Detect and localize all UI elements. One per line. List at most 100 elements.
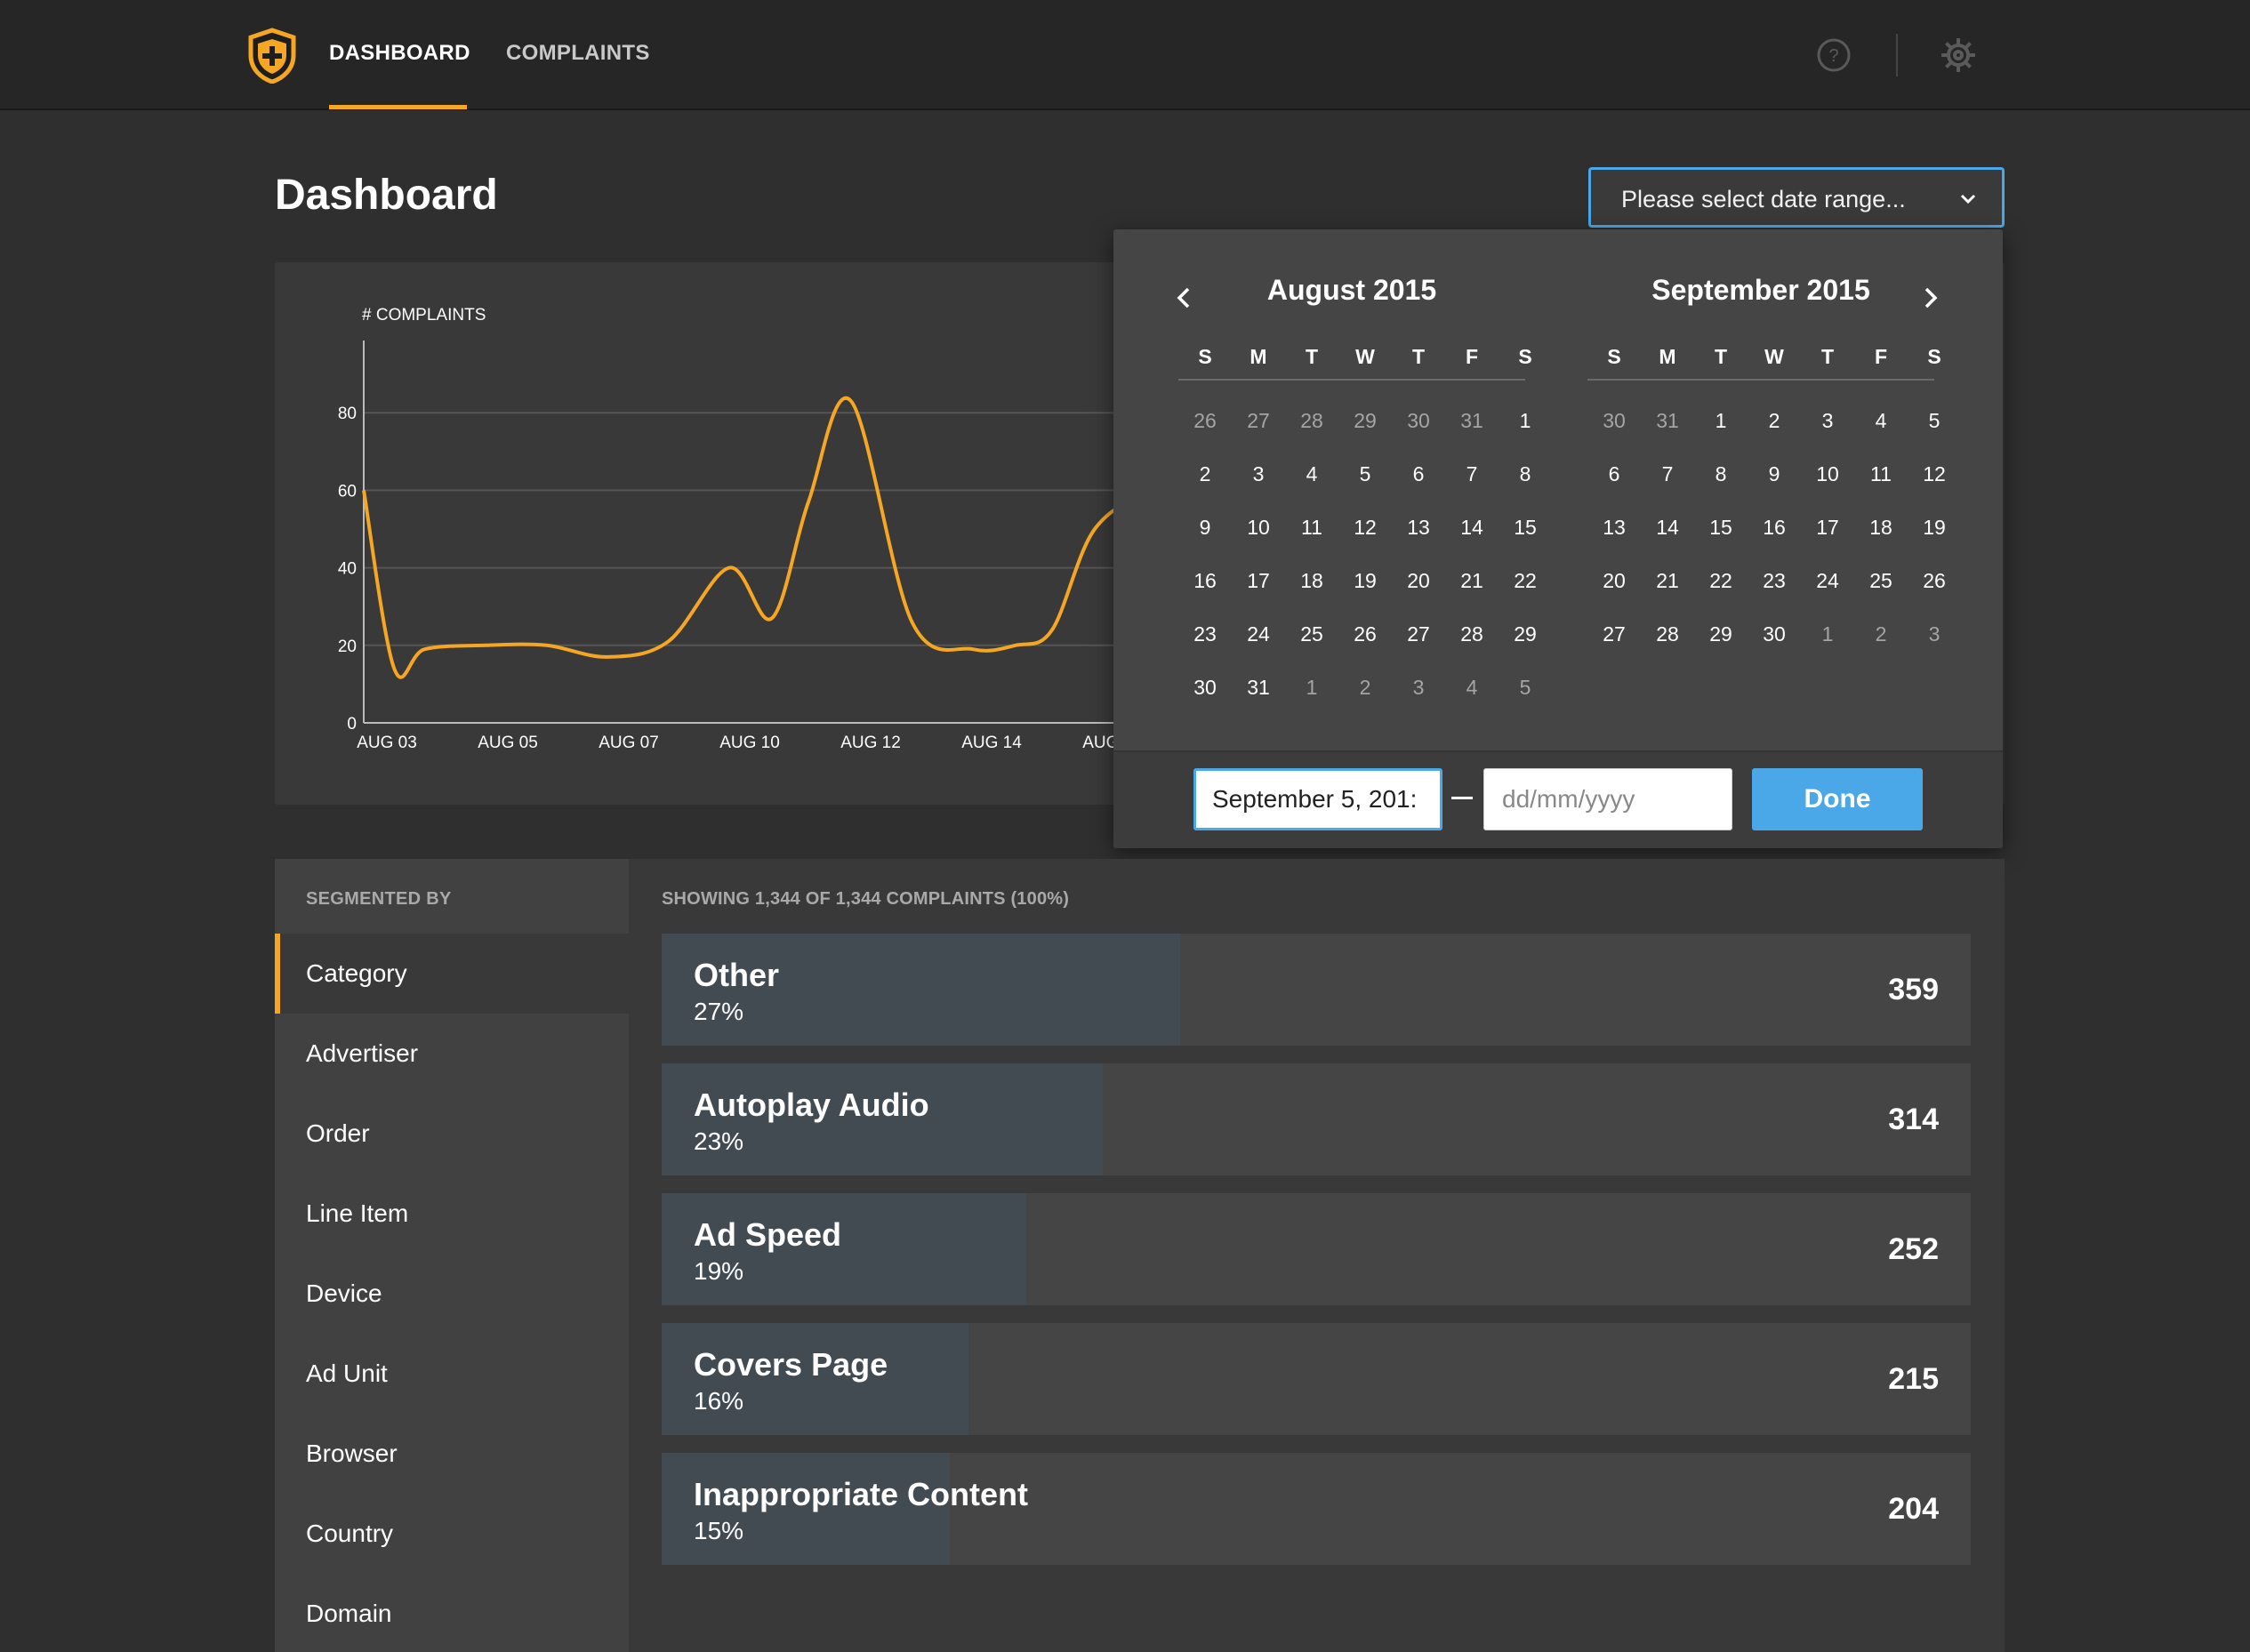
calendar-day[interactable]: 26 — [1178, 409, 1232, 433]
result-row[interactable]: Other 27% 359 — [662, 934, 1971, 1046]
calendar-day[interactable]: 24 — [1232, 622, 1285, 646]
calendar-day[interactable]: 21 — [1445, 569, 1499, 593]
calendar-day[interactable]: 5 — [1499, 676, 1552, 700]
calendar-day[interactable]: 20 — [1587, 569, 1641, 593]
calendar-day[interactable]: 1 — [1285, 676, 1338, 700]
calendar-day[interactable]: 12 — [1908, 462, 1961, 486]
shield-plus-logo-icon[interactable] — [245, 27, 299, 84]
calendar-day[interactable]: 18 — [1854, 516, 1908, 540]
segment-item-domain[interactable]: Domain — [275, 1574, 629, 1652]
calendar-day[interactable]: 17 — [1232, 569, 1285, 593]
calendar-day[interactable]: 1 — [1499, 409, 1552, 433]
calendar-day[interactable]: 10 — [1801, 462, 1854, 486]
calendar-day[interactable]: 11 — [1285, 516, 1338, 540]
gear-icon[interactable] — [1939, 36, 1978, 75]
nav-tab-dashboard[interactable]: DASHBOARD — [329, 41, 470, 66]
calendar-day[interactable]: 19 — [1908, 516, 1961, 540]
calendar-day[interactable]: 30 — [1587, 409, 1641, 433]
help-icon[interactable]: ? — [1816, 37, 1852, 73]
calendar-day[interactable]: 15 — [1694, 516, 1748, 540]
calendar-day[interactable]: 27 — [1232, 409, 1285, 433]
calendar-day[interactable]: 15 — [1499, 516, 1552, 540]
calendar-day[interactable]: 20 — [1392, 569, 1445, 593]
calendar-day[interactable]: 7 — [1445, 462, 1499, 486]
calendar-day[interactable]: 25 — [1854, 569, 1908, 593]
calendar-day[interactable]: 30 — [1748, 622, 1801, 646]
segment-item-advertiser[interactable]: Advertiser — [275, 1014, 629, 1094]
calendar-day[interactable]: 22 — [1499, 569, 1552, 593]
calendar-day[interactable]: 14 — [1445, 516, 1499, 540]
calendar-day[interactable]: 31 — [1641, 409, 1694, 433]
calendar-day[interactable]: 30 — [1392, 409, 1445, 433]
calendar-day[interactable]: 31 — [1232, 676, 1285, 700]
done-button[interactable]: Done — [1752, 768, 1923, 830]
calendar-day[interactable]: 6 — [1587, 462, 1641, 486]
calendar-day[interactable]: 8 — [1694, 462, 1748, 486]
segment-item-ad-unit[interactable]: Ad Unit — [275, 1334, 629, 1414]
calendar-day[interactable]: 29 — [1499, 622, 1552, 646]
calendar-day[interactable]: 18 — [1285, 569, 1338, 593]
calendar-day[interactable]: 1 — [1801, 622, 1854, 646]
result-row[interactable]: Covers Page 16% 215 — [662, 1323, 1971, 1435]
calendar-day[interactable]: 2 — [1338, 676, 1392, 700]
segment-item-browser[interactable]: Browser — [275, 1414, 629, 1494]
calendar-day[interactable]: 7 — [1641, 462, 1694, 486]
calendar-day[interactable]: 3 — [1908, 622, 1961, 646]
calendar-day[interactable]: 5 — [1338, 462, 1392, 486]
calendar-day[interactable]: 9 — [1178, 516, 1232, 540]
calendar-day[interactable]: 26 — [1338, 622, 1392, 646]
result-row[interactable]: Autoplay Audio 23% 314 — [662, 1063, 1971, 1175]
calendar-day[interactable]: 5 — [1908, 409, 1961, 433]
calendar-day[interactable]: 6 — [1392, 462, 1445, 486]
start-date-input[interactable]: September 5, 201: — [1193, 768, 1442, 830]
calendar-day[interactable]: 3 — [1801, 409, 1854, 433]
calendar-day[interactable]: 2 — [1748, 409, 1801, 433]
segment-item-order[interactable]: Order — [275, 1094, 629, 1174]
calendar-day[interactable]: 28 — [1285, 409, 1338, 433]
calendar-day[interactable]: 2 — [1854, 622, 1908, 646]
calendar-day[interactable]: 16 — [1748, 516, 1801, 540]
result-row[interactable]: Ad Speed 19% 252 — [662, 1193, 1971, 1305]
calendar-day[interactable]: 23 — [1178, 622, 1232, 646]
result-row[interactable]: Inappropriate Content 15% 204 — [662, 1453, 1971, 1565]
calendar-day[interactable]: 13 — [1587, 516, 1641, 540]
segment-item-country[interactable]: Country — [275, 1494, 629, 1574]
segment-item-category[interactable]: Category — [275, 934, 629, 1014]
calendar-day[interactable]: 12 — [1338, 516, 1392, 540]
calendar-day[interactable]: 29 — [1338, 409, 1392, 433]
calendar-day[interactable]: 4 — [1445, 676, 1499, 700]
calendar-day[interactable]: 4 — [1854, 409, 1908, 433]
date-range-select[interactable]: Please select date range... — [1588, 167, 2005, 228]
calendar-day[interactable]: 26 — [1908, 569, 1961, 593]
nav-tab-complaints[interactable]: COMPLAINTS — [506, 41, 650, 66]
calendar-day[interactable]: 8 — [1499, 462, 1552, 486]
calendar-day[interactable]: 3 — [1232, 462, 1285, 486]
calendar-day[interactable]: 17 — [1801, 516, 1854, 540]
calendar-day[interactable]: 4 — [1285, 462, 1338, 486]
calendar-day[interactable]: 9 — [1748, 462, 1801, 486]
calendar-day[interactable]: 24 — [1801, 569, 1854, 593]
calendar-day[interactable]: 3 — [1392, 676, 1445, 700]
calendar-day[interactable]: 28 — [1641, 622, 1694, 646]
segment-item-line-item[interactable]: Line Item — [275, 1174, 629, 1254]
calendar-day[interactable]: 2 — [1178, 462, 1232, 486]
calendar-day[interactable]: 31 — [1445, 409, 1499, 433]
calendar-day[interactable]: 25 — [1285, 622, 1338, 646]
end-date-input[interactable]: dd/mm/yyyy — [1483, 768, 1732, 830]
calendar-day[interactable]: 28 — [1445, 622, 1499, 646]
calendar-day[interactable]: 29 — [1694, 622, 1748, 646]
calendar-day[interactable]: 21 — [1641, 569, 1694, 593]
calendar-day[interactable]: 27 — [1587, 622, 1641, 646]
calendar-day[interactable]: 30 — [1178, 676, 1232, 700]
segment-item-device[interactable]: Device — [275, 1254, 629, 1334]
calendar-day[interactable]: 13 — [1392, 516, 1445, 540]
calendar-day[interactable]: 27 — [1392, 622, 1445, 646]
calendar-day[interactable]: 1 — [1694, 409, 1748, 433]
calendar-day[interactable]: 19 — [1338, 569, 1392, 593]
calendar-day[interactable]: 22 — [1694, 569, 1748, 593]
calendar-day[interactable]: 10 — [1232, 516, 1285, 540]
calendar-day[interactable]: 11 — [1854, 462, 1908, 486]
calendar-day[interactable]: 14 — [1641, 516, 1694, 540]
calendar-day[interactable]: 23 — [1748, 569, 1801, 593]
calendar-day[interactable]: 16 — [1178, 569, 1232, 593]
